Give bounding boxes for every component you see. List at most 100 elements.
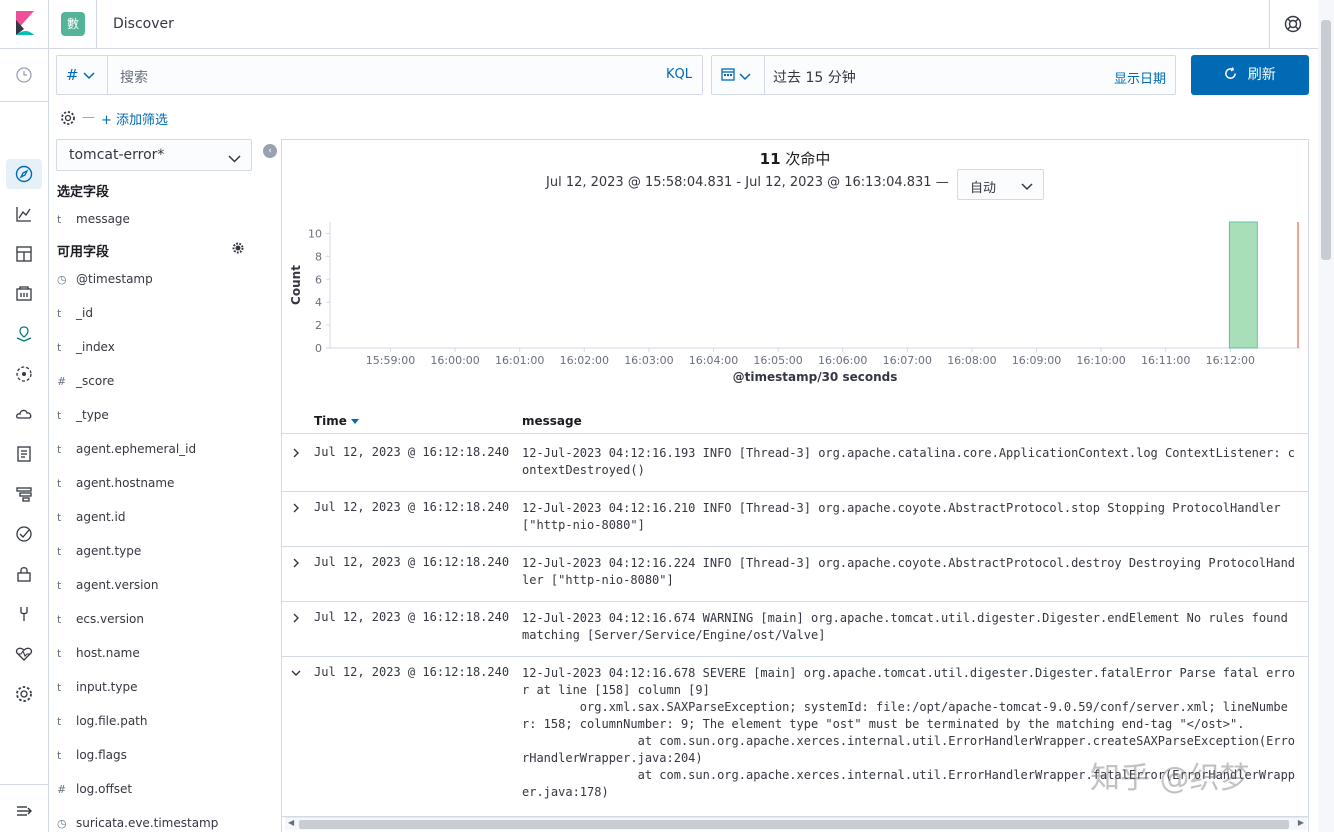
query-language-button[interactable]: # bbox=[57, 56, 108, 94]
field-item[interactable]: t log.flags bbox=[57, 748, 127, 768]
management-gear-icon[interactable] bbox=[14, 684, 34, 704]
discover-compass-icon[interactable] bbox=[14, 164, 34, 184]
kql-toggle[interactable]: KQL bbox=[666, 67, 692, 82]
breadcrumb[interactable]: Discover bbox=[113, 16, 174, 32]
field-item[interactable]: ◷ @timestamp bbox=[57, 272, 153, 292]
collapse-sidebar-icon[interactable]: ‹ bbox=[263, 144, 277, 158]
field-name: input.type bbox=[76, 680, 138, 694]
divider bbox=[48, 0, 49, 49]
field-type-icon: t bbox=[57, 213, 62, 226]
y-tick-label: 4 bbox=[315, 296, 322, 309]
field-type-icon: t bbox=[57, 681, 62, 694]
ml-icon[interactable] bbox=[14, 364, 34, 384]
monitoring-heart-icon[interactable] bbox=[14, 644, 34, 664]
chevron-right-icon[interactable] bbox=[290, 447, 302, 459]
field-settings-gear-icon[interactable] bbox=[232, 242, 244, 254]
chevron-down-icon bbox=[228, 151, 241, 167]
column-header-time[interactable]: Time bbox=[314, 414, 360, 428]
field-name: suricata.eve.timestamp bbox=[76, 816, 219, 830]
histogram-bar bbox=[1228, 221, 1258, 349]
row-message: 12-Jul-2023 04:12:16.674 WARNING [main] … bbox=[522, 611, 1296, 642]
field-item[interactable]: t _type bbox=[57, 408, 109, 428]
refresh-button[interactable]: 刷新 bbox=[1191, 55, 1309, 95]
hits-number: 11 bbox=[759, 150, 781, 168]
watermark: 知乎 @织梦 bbox=[1090, 761, 1250, 796]
quick-date-button[interactable] bbox=[712, 56, 765, 94]
interval-select[interactable]: 自动 bbox=[957, 169, 1044, 200]
field-item[interactable]: t agent.type bbox=[57, 544, 141, 564]
column-header-message[interactable]: message bbox=[522, 414, 582, 428]
table-row: Jul 12, 2023 @ 16:12:18.240 12-Jul-2023 0… bbox=[282, 437, 1308, 492]
top-bar: 數 Discover bbox=[0, 0, 1334, 49]
field-type-icon: # bbox=[57, 375, 67, 388]
scroll-right-icon[interactable]: ▶ bbox=[1298, 818, 1304, 827]
apm-icon[interactable] bbox=[14, 484, 34, 504]
scroll-left-icon[interactable]: ◀ bbox=[288, 818, 294, 827]
field-type-icon: t bbox=[57, 579, 62, 592]
horizontal-scrollbar[interactable]: ◀ ▶ bbox=[285, 817, 1307, 830]
query-bar: # 搜索 KQL bbox=[56, 55, 703, 95]
field-name: log.offset bbox=[76, 782, 133, 796]
divider bbox=[96, 0, 97, 49]
field-type-icon: t bbox=[57, 307, 62, 320]
histogram-chart: 0 2 4 6 8 10 15:59:00 16:00:00 16:01:00 16:02:00 1… bbox=[289, 221, 1300, 384]
field-item[interactable]: t input.type bbox=[57, 680, 138, 700]
field-item[interactable]: t agent.hostname bbox=[57, 476, 174, 496]
chevron-right-icon[interactable] bbox=[290, 557, 302, 569]
visualize-icon[interactable] bbox=[14, 204, 34, 224]
filter-dash: — bbox=[82, 110, 95, 125]
dashboard-icon[interactable] bbox=[14, 244, 34, 264]
field-name: _index bbox=[76, 340, 115, 354]
scrollbar-thumb[interactable] bbox=[299, 820, 1289, 829]
field-name: agent.ephemeral_id bbox=[76, 442, 197, 456]
logs-icon[interactable] bbox=[14, 444, 34, 464]
canvas-icon[interactable] bbox=[14, 284, 34, 304]
field-item[interactable]: t _id bbox=[57, 306, 93, 326]
field-type-icon: t bbox=[57, 545, 62, 558]
index-pattern-select[interactable]: tomcat-error* bbox=[56, 139, 252, 171]
field-type-icon: t bbox=[57, 409, 62, 422]
field-item[interactable]: # log.offset bbox=[57, 782, 132, 802]
field-name: message bbox=[76, 212, 130, 226]
field-item[interactable]: t log.file.path bbox=[57, 714, 147, 734]
field-item[interactable]: ◷ suricata.eve.timestamp bbox=[57, 816, 218, 836]
app-badge[interactable]: 數 bbox=[61, 12, 85, 36]
help-icon[interactable] bbox=[1284, 15, 1302, 33]
field-item[interactable]: t agent.version bbox=[57, 578, 158, 598]
chevron-right-icon[interactable] bbox=[290, 502, 302, 514]
chevron-right-icon[interactable] bbox=[290, 612, 302, 624]
maps-icon[interactable] bbox=[14, 324, 34, 344]
filter-settings-gear-icon[interactable] bbox=[60, 110, 76, 126]
show-dates-link[interactable]: 显示日期 bbox=[1114, 68, 1166, 87]
field-item[interactable]: t host.name bbox=[57, 646, 140, 666]
vertical-scrollbar[interactable] bbox=[1318, 0, 1334, 832]
field-name: _score bbox=[76, 374, 115, 388]
field-item[interactable]: t message bbox=[57, 212, 130, 232]
row-time: Jul 12, 2023 @ 16:12:18.240 bbox=[314, 610, 510, 624]
field-name: _type bbox=[76, 408, 109, 422]
field-item[interactable]: # _score bbox=[57, 374, 114, 394]
siem-lock-icon[interactable] bbox=[14, 564, 34, 584]
interval-value: 自动 bbox=[970, 181, 997, 196]
kibana-logo-icon[interactable] bbox=[12, 11, 36, 35]
add-filter-button[interactable]: + 添加筛选 bbox=[101, 109, 168, 128]
field-item[interactable]: t ecs.version bbox=[57, 612, 144, 632]
date-range-text[interactable]: 过去 15 分钟 bbox=[773, 67, 856, 87]
search-input[interactable]: 搜索 bbox=[120, 67, 148, 87]
field-name: agent.version bbox=[76, 578, 159, 592]
y-tick-label: 8 bbox=[315, 250, 322, 263]
infrastructure-icon[interactable] bbox=[14, 404, 34, 424]
dev-tools-icon[interactable] bbox=[14, 604, 34, 624]
field-item[interactable]: t _index bbox=[57, 340, 115, 360]
chevron-down-icon[interactable] bbox=[290, 667, 302, 679]
scrollbar-thumb[interactable] bbox=[1321, 20, 1331, 260]
uptime-icon[interactable] bbox=[14, 524, 34, 544]
row-time: Jul 12, 2023 @ 16:12:18.240 bbox=[314, 665, 510, 679]
field-item[interactable]: t agent.id bbox=[57, 510, 125, 530]
collapse-nav-icon[interactable] bbox=[14, 801, 34, 821]
field-item[interactable]: t agent.ephemeral_id bbox=[57, 442, 196, 462]
x-tick-label: 16:07:00 bbox=[883, 354, 932, 367]
y-tick-label: 0 bbox=[315, 342, 322, 355]
row-time: Jul 12, 2023 @ 16:12:18.240 bbox=[314, 555, 510, 569]
recent-clock-icon[interactable] bbox=[14, 65, 34, 85]
